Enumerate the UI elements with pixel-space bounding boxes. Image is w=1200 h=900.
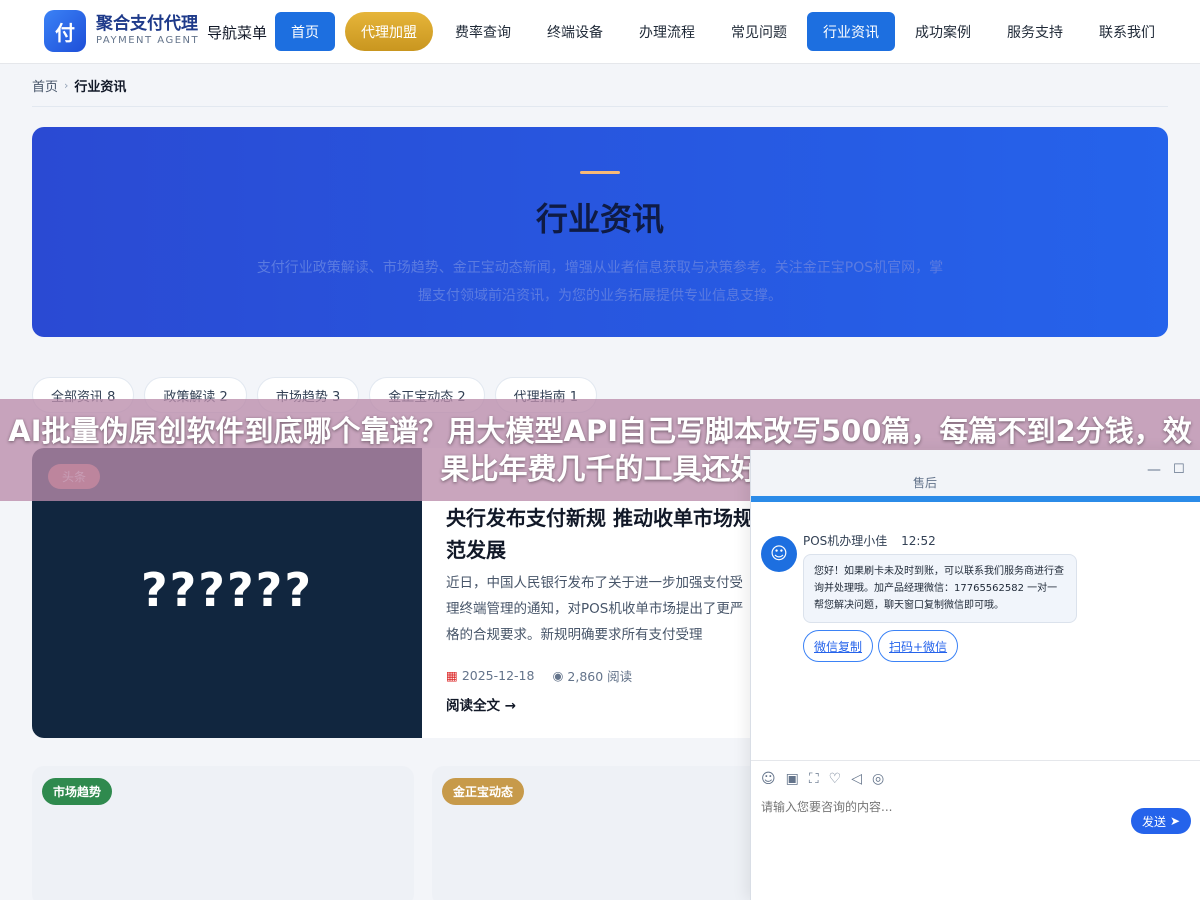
screenshot-icon[interactable]: ⛶ bbox=[809, 771, 819, 787]
breadcrumb: 首页 › 行业资讯 bbox=[32, 76, 126, 95]
quick-reply-scan-wechat[interactable]: 扫码+微信 bbox=[878, 630, 959, 662]
nav-support[interactable]: 服务支持 bbox=[991, 12, 1079, 51]
article-card[interactable]: 市场趋势 bbox=[32, 766, 414, 900]
agent-avatar: ☺ bbox=[761, 536, 797, 572]
divider bbox=[32, 106, 1168, 107]
breadcrumb-current: 行业资讯 bbox=[74, 80, 127, 95]
card-tag-market: 市场趋势 bbox=[42, 778, 113, 805]
send-arrow-icon: ➤ bbox=[1169, 814, 1181, 828]
message-time: 12:52 bbox=[901, 534, 936, 548]
featured-summary: 近日，中国人民银行发布了关于进一步加强支付受理终端管理的通知，对POS机收单市场… bbox=[446, 575, 744, 643]
page-title: 行业资讯 bbox=[535, 200, 664, 238]
evaluate-icon[interactable]: ♡ bbox=[829, 771, 842, 787]
featured-date: 2025-12-18 bbox=[461, 668, 535, 683]
emoji-icon[interactable]: ☺ bbox=[761, 771, 776, 787]
site-logo[interactable]: 付 聚合支付代理 PAYMENT AGENT bbox=[44, 10, 199, 52]
quick-reply-copy-wechat[interactable]: 微信复制 bbox=[803, 630, 874, 662]
top-header: 付 聚合支付代理 PAYMENT AGENT 导航菜单 首页 代理加盟 费率查询… bbox=[0, 0, 1200, 64]
nav-home[interactable]: 首页 bbox=[275, 12, 335, 51]
chat-input[interactable] bbox=[761, 800, 1121, 814]
featured-image-text: ?????? bbox=[140, 563, 314, 617]
featured-meta: ▦ 2025-12-18 ◉ 2,860 阅读 bbox=[446, 666, 632, 685]
chat-title: 售后 bbox=[913, 476, 938, 490]
calendar-icon: ▦ bbox=[446, 668, 458, 683]
agent-name: POS机办理小佳 bbox=[803, 534, 888, 548]
nav-rate-query[interactable]: 费率查询 bbox=[439, 12, 527, 51]
chat-header: 售后 — ☐ bbox=[751, 450, 1200, 502]
chat-widget: 售后 — ☐ ☺ POS机办理小佳 12:52 您好！如果刷卡未及时到账，可以联… bbox=[750, 450, 1200, 900]
chat-toolbar: ☺ ▣ ⛶ ♡ ◁ ◎ bbox=[751, 760, 1200, 787]
nav-industry-news[interactable]: 行业资讯 bbox=[807, 12, 895, 51]
nav-faq[interactable]: 常见问题 bbox=[715, 12, 803, 51]
minimize-icon[interactable]: — bbox=[1147, 462, 1161, 478]
main-nav: 首页 代理加盟 费率查询 终端设备 办理流程 常见问题 行业资讯 成功案例 服务… bbox=[275, 12, 1175, 51]
logo-text: 聚合支付代理 PAYMENT AGENT bbox=[96, 14, 199, 48]
send-label: 发送 bbox=[1141, 814, 1166, 829]
maximize-icon[interactable]: ☐ bbox=[1173, 462, 1185, 477]
chat-bubbles-icon[interactable]: ◎ bbox=[872, 771, 884, 787]
hero-accent-line bbox=[580, 171, 620, 174]
nav-agent-join[interactable]: 代理加盟 bbox=[345, 12, 433, 51]
nav-cases[interactable]: 成功案例 bbox=[899, 12, 987, 51]
breadcrumb-home[interactable]: 首页 bbox=[32, 76, 58, 95]
chevron-right-icon: › bbox=[64, 79, 69, 92]
agent-info: POS机办理小佳 12:52 bbox=[803, 532, 936, 549]
logo-cn: 聚合支付代理 bbox=[96, 14, 198, 34]
card-tag-company: 金正宝动态 bbox=[442, 778, 525, 805]
message-bubble: 您好！如果刷卡未及时到账，可以联系我们服务商进行查询并处理哦。加产品经理微信：1… bbox=[803, 554, 1077, 623]
nav-terminal-devices[interactable]: 终端设备 bbox=[531, 12, 619, 51]
logo-badge-icon: 付 bbox=[44, 10, 86, 52]
image-icon[interactable]: ▣ bbox=[786, 771, 799, 787]
nav-menu-label[interactable]: 导航菜单 bbox=[207, 22, 267, 43]
hero-description: 支付行业政策解读、市场趋势、金正宝动态新闻，增强从业者信息获取与决策参考。关注金… bbox=[256, 260, 944, 304]
logo-en: PAYMENT AGENT bbox=[96, 35, 200, 46]
nav-process[interactable]: 办理流程 bbox=[623, 12, 711, 51]
hero-banner: 行业资讯 支付行业政策解读、市场趋势、金正宝动态新闻，增强从业者信息获取与决策参… bbox=[32, 127, 1168, 337]
nav-contact[interactable]: 联系我们 bbox=[1083, 12, 1171, 51]
featured-views: 2,860 阅读 bbox=[567, 669, 633, 684]
eye-icon: ◉ bbox=[552, 668, 564, 683]
send-button[interactable]: 发送 ➤ bbox=[1131, 808, 1191, 834]
featured-title[interactable]: 央行发布支付新规 推动收单市场规范发展 bbox=[446, 502, 766, 566]
read-more-link[interactable]: 阅读全文 → bbox=[446, 694, 516, 714]
mute-icon[interactable]: ◁ bbox=[851, 771, 862, 787]
